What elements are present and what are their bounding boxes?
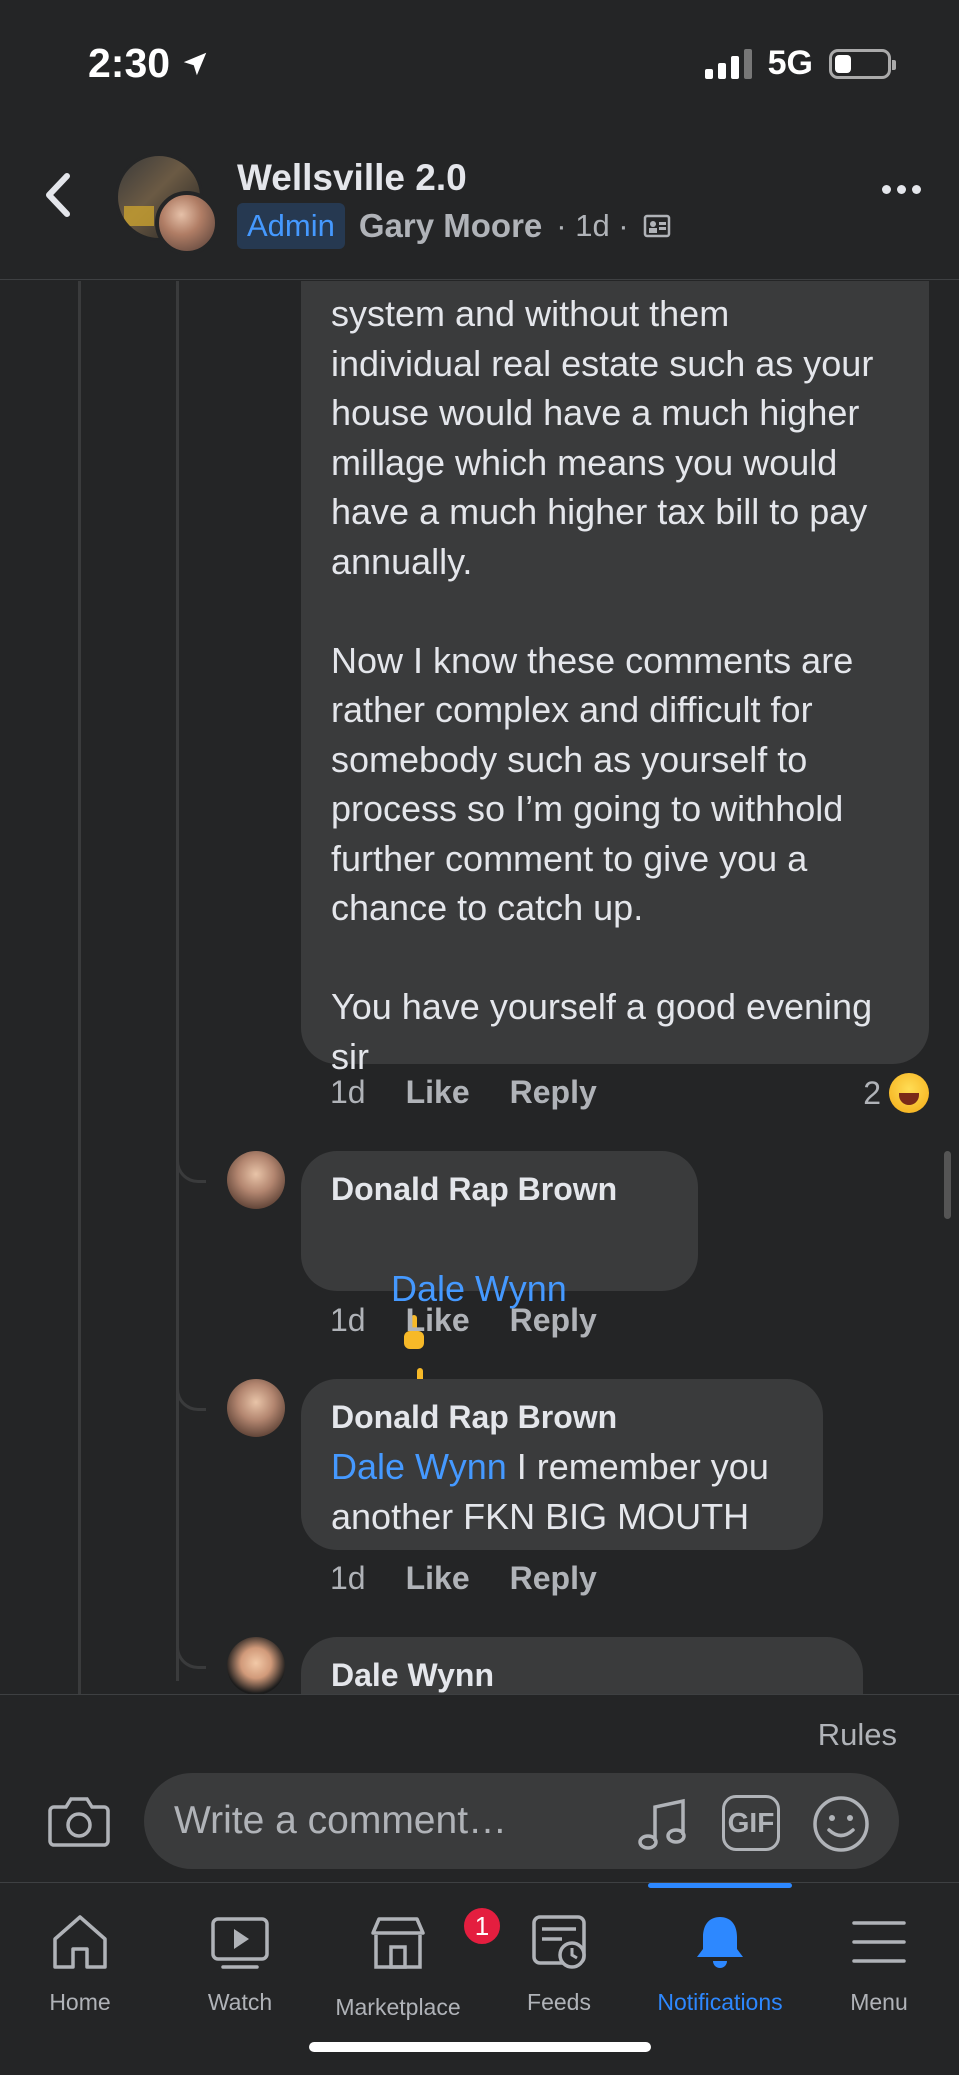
camera-button[interactable] (48, 1795, 110, 1847)
like-button[interactable]: Like (406, 1302, 470, 1339)
tab-notifications[interactable]: Notifications (640, 1911, 800, 2016)
bell-icon (697, 1917, 743, 1968)
comment-actions: 1d Like Reply (330, 1302, 597, 1339)
comment-bubble[interactable]: Dale Wynn (301, 1637, 863, 1694)
tab-marketplace[interactable]: 1 Marketplace (318, 1905, 503, 2021)
home-indicator[interactable] (309, 2042, 651, 2052)
clock-text: 2:30 (88, 40, 171, 86)
comment-input[interactable] (144, 1773, 899, 1869)
mention-link[interactable]: Dale Wynn (331, 1446, 507, 1487)
emoji-button[interactable] (812, 1795, 870, 1853)
back-chevron-icon (46, 173, 70, 217)
tab-label: Home (49, 1989, 111, 2015)
back-button[interactable] (36, 167, 80, 223)
reply-connector (176, 1143, 206, 1183)
like-button[interactable]: Like (406, 1074, 470, 1111)
avatar[interactable] (227, 1379, 285, 1437)
marketplace-icon (371, 1917, 425, 1969)
tab-home[interactable]: Home (0, 1911, 160, 2016)
marketplace-icon-wrap: 1 (367, 1905, 503, 1978)
post-meta: Admin Gary Moore · 1d · (237, 203, 671, 249)
group-title[interactable]: Wellsville 2.0 (237, 157, 467, 199)
watch-icon (211, 1917, 269, 1969)
comment-thread[interactable]: system and without them individual real … (0, 281, 959, 1694)
reply-button[interactable]: Reply (510, 1302, 597, 1339)
menu-icon (852, 1921, 906, 1963)
reply-thread-line (176, 281, 179, 1681)
comment-author[interactable]: Donald Rap Brown (331, 1399, 793, 1436)
comment-bubble[interactable]: system and without them individual real … (301, 281, 929, 1077)
active-tab-indicator (648, 1883, 792, 1888)
tab-label: Marketplace (335, 1994, 461, 2020)
tab-feeds[interactable]: Feeds (479, 1911, 639, 2016)
comment-time: 1d (330, 1560, 366, 1596)
comment-author[interactable]: Dale Wynn (331, 1657, 833, 1694)
comment-text: system and without them individual real … (331, 293, 874, 1077)
avatar[interactable] (227, 1151, 285, 1209)
reply-button[interactable]: Reply (510, 1560, 597, 1597)
comment-composer: Rules GIF (0, 1694, 959, 1882)
privacy-group-icon (643, 214, 670, 238)
group-avatar[interactable] (115, 153, 225, 255)
reply-connector (176, 1371, 206, 1411)
avatar[interactable] (227, 1637, 285, 1694)
comment-time: 1d (330, 1074, 366, 1110)
comment-actions: 1d Like Reply (330, 1560, 597, 1597)
status-indicators: 5G (704, 44, 896, 83)
tab-label: Feeds (527, 1989, 591, 2015)
like-button[interactable]: Like (406, 1560, 470, 1597)
comment-time: 1d (330, 1302, 366, 1338)
music-note-icon (638, 1798, 686, 1850)
tab-watch[interactable]: Watch (160, 1911, 320, 2016)
tab-label: Notifications (657, 1989, 783, 2015)
tab-label: Watch (207, 1989, 273, 2015)
music-button[interactable] (637, 1797, 689, 1853)
post-author[interactable]: Gary Moore (359, 207, 542, 245)
rules-link[interactable]: Rules (818, 1717, 897, 1753)
tab-label: Menu (850, 1989, 908, 2015)
feeds-icon (532, 1915, 586, 1969)
comment-bubble[interactable]: Donald Rap Brown Dale Wynn (301, 1151, 698, 1454)
thread-line (78, 281, 81, 1694)
tab-menu[interactable]: Menu (799, 1911, 959, 2016)
comment-actions: 1d Like Reply (330, 1074, 597, 1111)
more-options-button[interactable] (882, 185, 921, 194)
admin-badge: Admin (237, 203, 345, 249)
smiley-icon (813, 1796, 869, 1852)
haha-reaction-icon (889, 1073, 929, 1113)
status-bar: 2:30 5G (0, 0, 959, 125)
post-header: Wellsville 2.0 Admin Gary Moore · 1d · (0, 125, 959, 280)
comment-author[interactable]: Donald Rap Brown (331, 1171, 668, 1208)
network-label: 5G (767, 44, 813, 82)
reply-connector (176, 1629, 206, 1669)
battery-icon (829, 48, 896, 79)
reaction-summary[interactable]: 2 (863, 1073, 929, 1113)
post-time: · 1d · (556, 208, 629, 243)
reaction-count: 2 (863, 1074, 881, 1111)
scrollbar[interactable] (944, 1151, 951, 1219)
location-arrow-icon (183, 52, 207, 75)
reply-button[interactable]: Reply (510, 1074, 597, 1111)
home-icon (53, 1915, 107, 1969)
signal-icon (704, 48, 752, 79)
gif-button[interactable]: GIF (722, 1795, 780, 1851)
status-time: 2:30 (88, 40, 210, 87)
camera-icon (48, 1797, 110, 1847)
author-avatar (155, 191, 219, 255)
comment-bubble[interactable]: Donald Rap Brown Dale Wynn I remember yo… (301, 1379, 823, 1550)
